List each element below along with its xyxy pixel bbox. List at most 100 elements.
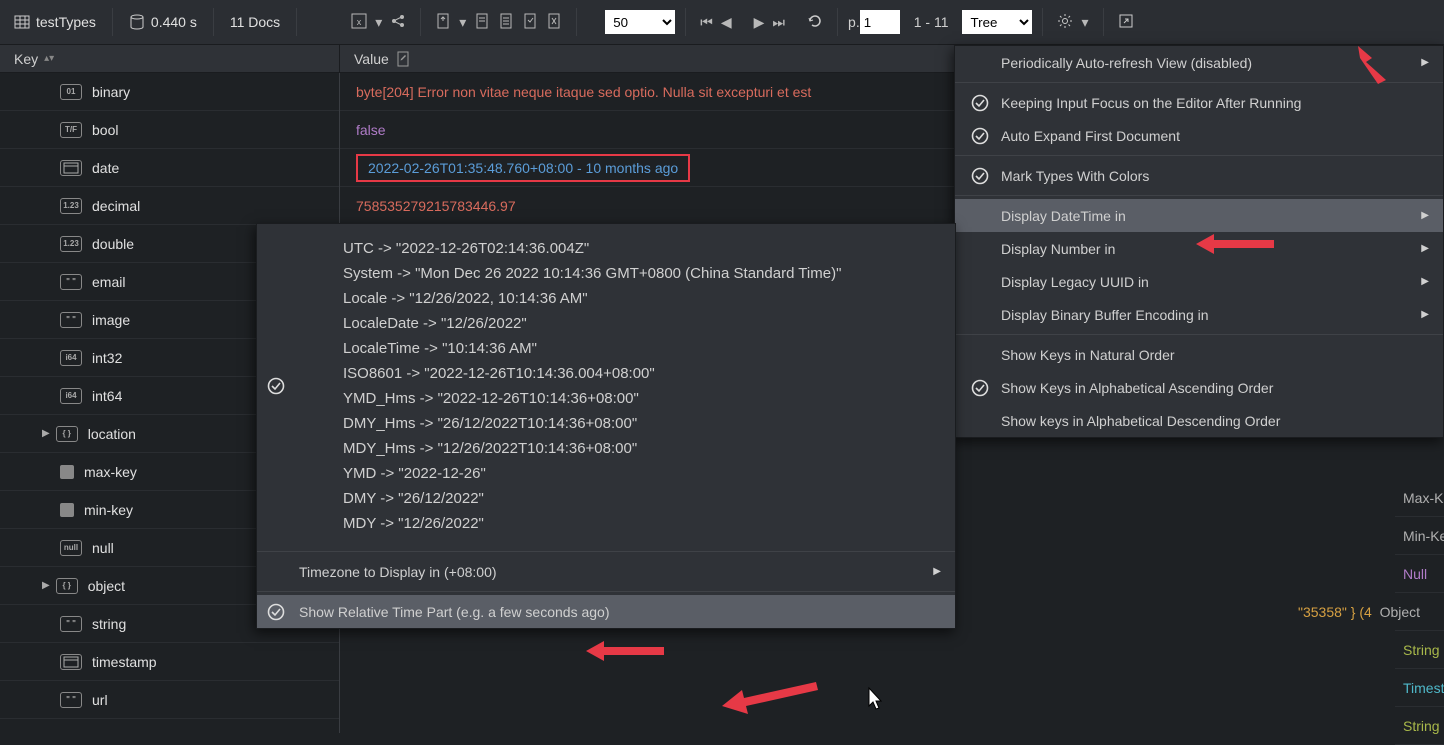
- datetime-submenu: UTC -> "2022-12-26T02:14:36.004Z"System …: [256, 223, 956, 629]
- maxkey-type-icon: [60, 465, 74, 479]
- sort-icon: ▴▾: [44, 53, 54, 64]
- annotation-arrow: [716, 676, 826, 716]
- page-input[interactable]: [860, 10, 900, 34]
- settings-dropdown-icon[interactable]: ▾: [1077, 10, 1092, 35]
- format-line: YMD -> "2022-12-26": [343, 465, 841, 482]
- menu-item[interactable]: Display Binary Buffer Encoding in▶: [955, 298, 1443, 331]
- doc-action5-icon[interactable]: [542, 9, 566, 36]
- key-row[interactable]: T/Fbool: [0, 111, 339, 149]
- key-label: timestamp: [92, 654, 157, 670]
- menu-item-label: Keeping Input Focus on the Editor After …: [1001, 95, 1301, 111]
- key-row[interactable]: timestamp: [0, 643, 339, 681]
- annotation-arrow: [1352, 40, 1412, 90]
- value-text: 2022-02-26T01:35:48.760+08:00 - 10 month…: [368, 160, 678, 176]
- menu-item-label: Display Number in: [1001, 241, 1115, 257]
- timezone-option[interactable]: Timezone to Display in (+08:00) ▶: [257, 555, 955, 588]
- key-row[interactable]: date: [0, 149, 339, 187]
- key-column-header[interactable]: Key ▴▾: [0, 45, 340, 72]
- doc-action4-icon[interactable]: [518, 9, 542, 36]
- table-icon: [14, 14, 30, 30]
- string-type-icon: " ": [60, 312, 82, 328]
- value-header-label: Value: [354, 51, 389, 67]
- menu-item[interactable]: Auto Expand First Document: [955, 119, 1443, 152]
- format-list: UTC -> "2022-12-26T02:14:36.004Z"System …: [299, 230, 841, 542]
- check-icon: [265, 603, 287, 621]
- menu-item[interactable]: Show Keys in Alphabetical Ascending Orde…: [955, 371, 1443, 404]
- relative-label: Show Relative Time Part (e.g. a few seco…: [299, 604, 609, 620]
- format-line: YMD_Hms -> "2022-12-26T10:14:36+08:00": [343, 390, 841, 407]
- format-line: Locale -> "12/26/2022, 10:14:36 AM": [343, 290, 841, 307]
- key-label: int32: [92, 350, 122, 366]
- first-page-icon[interactable]: ⏮: [696, 10, 717, 35]
- query-time: 0.440 s: [123, 10, 203, 34]
- value-text: false: [356, 122, 386, 138]
- key-row[interactable]: " "url: [0, 681, 339, 719]
- menu-item[interactable]: Display Legacy UUID in▶: [955, 265, 1443, 298]
- collection-label: testTypes: [36, 14, 96, 30]
- view-mode-select[interactable]: Tree: [962, 10, 1032, 34]
- settings-gear-icon[interactable]: [1053, 9, 1077, 36]
- type-badge: Null: [1395, 555, 1444, 593]
- key-row[interactable]: 01binary: [0, 73, 339, 111]
- key-label: location: [88, 426, 136, 442]
- edit-icon: [395, 51, 411, 67]
- doc-action1-icon[interactable]: [431, 9, 455, 36]
- menu-item-label: Show Keys in Natural Order: [1001, 347, 1175, 363]
- key-label: max-key: [84, 464, 137, 480]
- value-text: 758535279215783446.97: [356, 198, 516, 214]
- key-label: decimal: [92, 198, 140, 214]
- doc-action3-icon[interactable]: [494, 9, 518, 36]
- menu-item[interactable]: Show keys in Alphabetical Descending Ord…: [955, 404, 1443, 437]
- key-label: double: [92, 236, 134, 252]
- export-dropdown-icon[interactable]: ▾: [371, 10, 386, 35]
- type-badge: "35358" } (4 Object: [1395, 593, 1444, 631]
- open-external-icon[interactable]: [1114, 9, 1138, 36]
- datetime-formats-option[interactable]: UTC -> "2022-12-26T02:14:36.004Z"System …: [257, 224, 955, 548]
- range-label: 1 - 11: [914, 14, 949, 30]
- type-badge: Timestamp: [1395, 669, 1444, 707]
- doc-action2-icon[interactable]: [470, 9, 494, 36]
- format-line: DMY -> "26/12/2022": [343, 490, 841, 507]
- date-type-icon: [60, 160, 82, 176]
- page-size-select[interactable]: 50: [605, 10, 675, 34]
- menu-item[interactable]: Mark Types With Colors: [955, 159, 1443, 192]
- timezone-label: Timezone to Display in (+08:00): [299, 564, 497, 580]
- prev-page-icon[interactable]: ◀: [717, 10, 736, 35]
- key-label: image: [92, 312, 130, 328]
- share-icon[interactable]: [386, 9, 410, 36]
- minkey-type-icon: [60, 503, 74, 517]
- action-dropdown-icon[interactable]: ▾: [455, 10, 470, 35]
- chevron-right-icon: ▶: [1421, 57, 1429, 68]
- excel-export-button[interactable]: x: [347, 9, 371, 36]
- check-icon: [969, 167, 991, 185]
- last-page-icon[interactable]: ⏭: [768, 10, 789, 35]
- menu-item-label: Periodically Auto-refresh View (disabled…: [1001, 55, 1252, 71]
- menu-item[interactable]: Keeping Input Focus on the Editor After …: [955, 86, 1443, 119]
- page-label: p.: [848, 14, 860, 30]
- check-icon: [265, 377, 287, 395]
- menu-item[interactable]: Show Keys in Natural Order: [955, 338, 1443, 371]
- string-type-icon: " ": [60, 616, 82, 632]
- docs-label: 11 Docs: [230, 14, 280, 30]
- menu-item-label: Show keys in Alphabetical Descending Ord…: [1001, 413, 1280, 429]
- check-icon: [969, 127, 991, 145]
- relative-time-option[interactable]: Show Relative Time Part (e.g. a few seco…: [257, 595, 955, 628]
- string-type-icon: " ": [60, 692, 82, 708]
- type-badge: Max-Key: [1395, 479, 1444, 517]
- chevron-right-icon: ▶: [1421, 309, 1429, 320]
- refresh-icon[interactable]: [803, 9, 827, 36]
- key-row[interactable]: 1.23decimal: [0, 187, 339, 225]
- next-page-icon[interactable]: ▶: [750, 10, 769, 35]
- menu-item-label: Auto Expand First Document: [1001, 128, 1180, 144]
- svg-text:x: x: [357, 17, 362, 27]
- bool-type-icon: T/F: [60, 122, 82, 138]
- chevron-right-icon: ▶: [1421, 210, 1429, 221]
- int-type-icon: i64: [60, 388, 82, 404]
- format-line: ISO8601 -> "2022-12-26T10:14:36.004+08:0…: [343, 365, 841, 382]
- number-type-icon: 1.23: [60, 236, 82, 252]
- format-line: MDY_Hms -> "12/26/2022T10:14:36+08:00": [343, 440, 841, 457]
- type-badge: String: [1395, 707, 1444, 745]
- object-type-icon: { }: [56, 578, 78, 594]
- menu-item-label: Display DateTime in: [1001, 208, 1126, 224]
- format-line: LocaleDate -> "12/26/2022": [343, 315, 841, 332]
